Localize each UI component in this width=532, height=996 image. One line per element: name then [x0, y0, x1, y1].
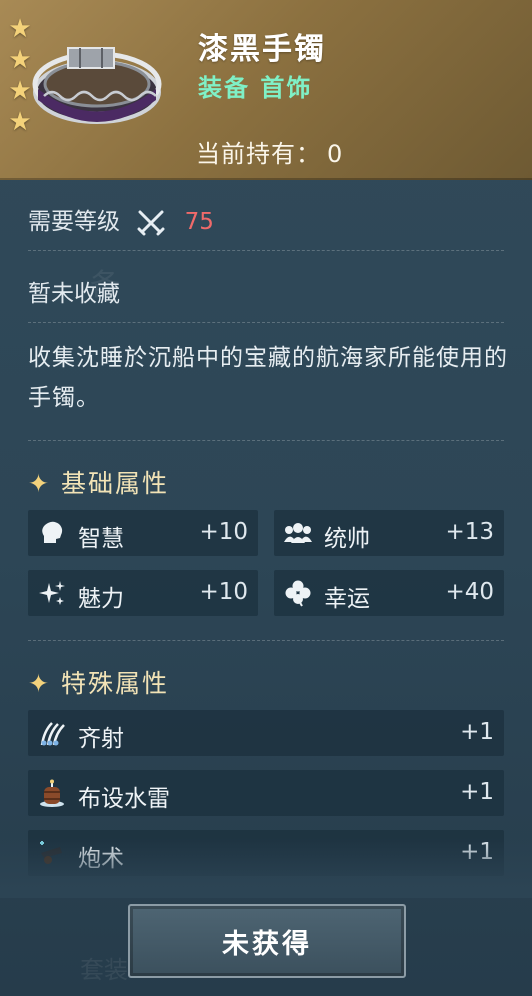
special-attributes-title: 特殊属性 [60, 669, 169, 698]
divider [28, 640, 504, 641]
attribute-value: +10 [199, 519, 248, 545]
group-icon [284, 523, 312, 543]
sparkle-icon [39, 581, 65, 605]
attribute-label: 智慧 [78, 526, 124, 552]
item-category: 装备 首饰 [198, 74, 313, 102]
crossed-swords-icon [137, 210, 165, 235]
scroll-fade [0, 838, 532, 898]
required-level-label: 需要等级 [28, 209, 120, 235]
attribute-wisdom: 智慧 +10 [28, 510, 258, 556]
head-icon [42, 521, 63, 543]
bracelet-image [32, 47, 162, 124]
item-header: ★ ★ ★ ★ 漆黑手镯 装备 首饰 当前持有： 0 [0, 0, 532, 180]
volley-icon [40, 722, 65, 746]
background-ghost-text: 套装 [80, 956, 128, 984]
collection-status: 暂未收藏 [28, 281, 120, 307]
skill-label: 齐射 [78, 726, 124, 752]
skill-volley: 齐射 +1 [28, 710, 504, 756]
not-obtained-button[interactable]: 未获得 [128, 904, 406, 978]
attribute-charm: 魅力 +10 [28, 570, 258, 616]
required-level-value: 75 [184, 209, 214, 235]
divider [28, 322, 504, 323]
attribute-label: 魅力 [78, 586, 124, 612]
base-attributes-title: 基础属性 [60, 469, 169, 498]
skill-value: +1 [460, 719, 494, 745]
item-name: 漆黑手镯 [198, 32, 326, 67]
base-attributes-heading: ✦ 基础属性 [28, 464, 169, 500]
special-attributes-heading: ✦ 特殊属性 [28, 664, 169, 700]
attribute-leadership: 统帅 +13 [274, 510, 504, 556]
attribute-value: +10 [199, 579, 248, 605]
skill-lay-mines: 布设水雷 +1 [28, 770, 504, 816]
sparkle-icon: ✦ [28, 469, 51, 498]
attribute-label: 幸运 [324, 586, 370, 612]
skill-value: +1 [460, 779, 494, 805]
clover-icon [285, 580, 311, 607]
required-level-row: 需要等级 75 [28, 202, 214, 236]
owned-count: 当前持有： 0 [196, 134, 343, 169]
mine-barrel-icon [40, 779, 64, 807]
skill-label: 布设水雷 [78, 786, 170, 812]
attribute-label: 统帅 [324, 526, 370, 552]
owned-value: 0 [327, 140, 344, 168]
item-description: 收集沈睡於沉船中的宝藏的航海家所能使用的手镯。 [28, 345, 508, 411]
attribute-value: +40 [445, 579, 494, 605]
attribute-luck: 幸运 +40 [274, 570, 504, 616]
sparkle-icon: ✦ [28, 669, 51, 698]
attribute-value: +13 [445, 519, 494, 545]
owned-label: 当前持有： [196, 140, 321, 168]
divider [28, 250, 504, 251]
divider [28, 440, 504, 441]
